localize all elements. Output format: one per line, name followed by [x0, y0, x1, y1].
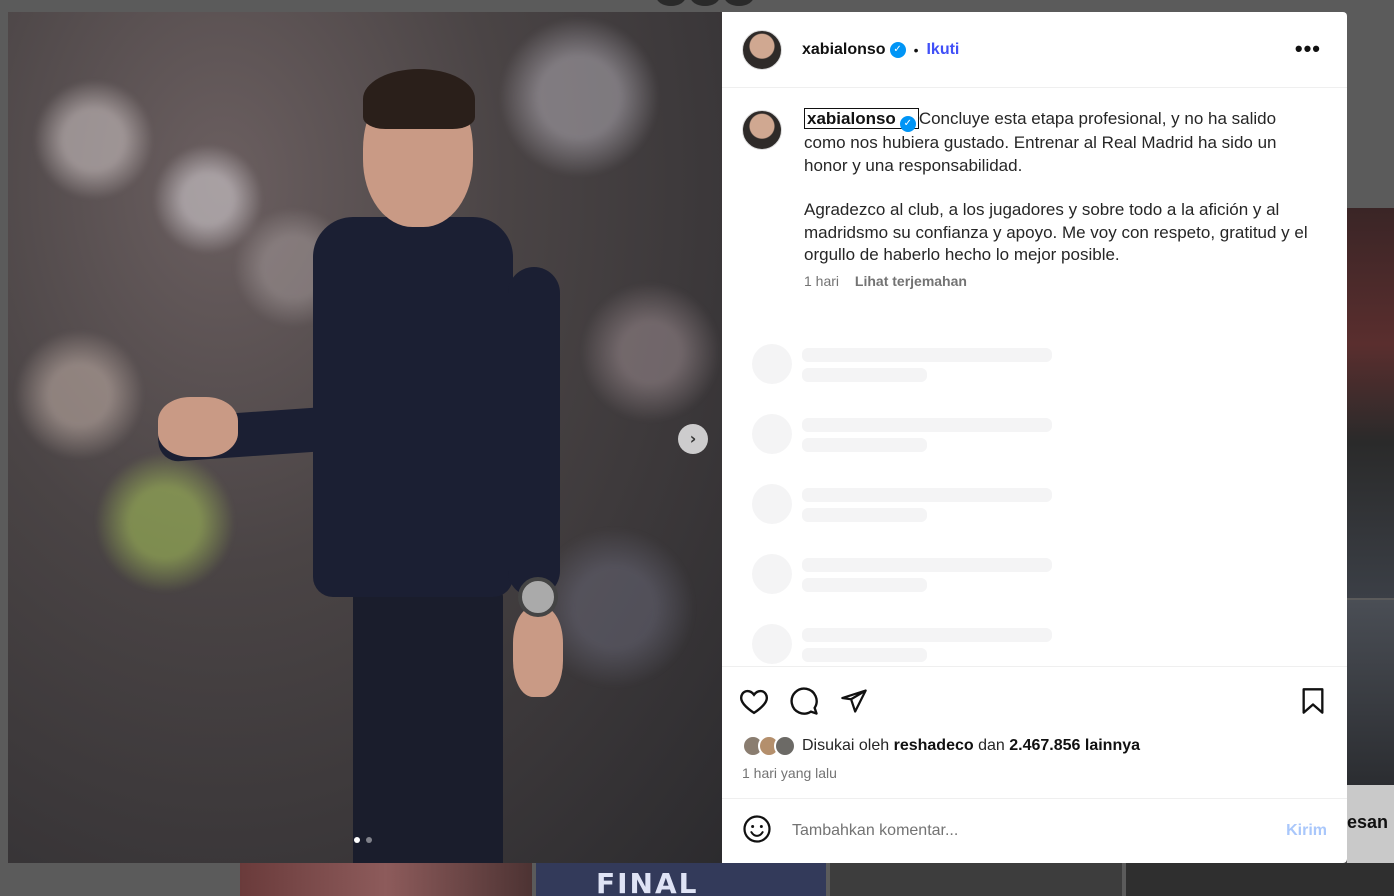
next-slide-button[interactable]: ›: [678, 424, 708, 454]
background-post-thumbnail: [240, 863, 532, 896]
smiley-icon[interactable]: [742, 814, 772, 849]
background-tile-text: FINAL: [596, 867, 699, 896]
add-comment-bar: Tambahkan komentar... Kirim: [722, 798, 1347, 863]
send-comment-button[interactable]: Kirim: [1286, 822, 1327, 840]
comments-section: xabialonso ✓ Concluye esta etapa profesion…: [722, 88, 1347, 666]
post-modal: › xabialonso ✓ • Ikuti ••• xabialonso ✓ Co…: [8, 12, 1347, 863]
background-post-thumbnail: [830, 863, 1122, 896]
comment-icon[interactable]: [788, 685, 820, 717]
action-icon-row: [740, 685, 1329, 717]
author-avatar[interactable]: [742, 29, 782, 70]
caption-paragraph-2: Agradezco al club, a los jugadores y sob…: [804, 200, 1308, 264]
liker-avatar: [774, 735, 796, 757]
post-side-panel: xabialonso ✓ • Ikuti ••• xabialonso ✓ Conc…: [722, 12, 1347, 863]
carousel-dot-active: [354, 837, 360, 843]
caption-meta: 1 hari Lihat terjemahan: [804, 273, 1327, 289]
caption-text: xabialonso ✓ Concluye esta etapa profesion…: [804, 108, 1314, 267]
verified-badge-icon: ✓: [889, 41, 906, 58]
background-post-thumbnail: [1347, 208, 1394, 598]
author-username[interactable]: xabialonso: [802, 41, 886, 59]
carousel-dot: [366, 837, 372, 843]
separator-dot: •: [913, 41, 919, 58]
background-post-thumbnail: [1126, 863, 1394, 896]
post-media[interactable]: ›: [8, 12, 722, 863]
likes-middle: dan: [978, 737, 1005, 754]
carousel-indicator: [354, 837, 372, 843]
likes-prefix: Disukai oleh: [802, 737, 890, 754]
caption-row: xabialonso ✓ Concluye esta etapa profesion…: [742, 108, 1327, 267]
see-translation-link[interactable]: Lihat terjemahan: [855, 273, 967, 289]
background-post-thumbnail: FINAL: [536, 863, 826, 896]
bookmark-icon[interactable]: [1297, 685, 1329, 717]
likes-count[interactable]: 2.467.856 lainnya: [1009, 737, 1140, 755]
comment-input[interactable]: Tambahkan komentar...: [792, 822, 1286, 840]
photo-subject: [156, 67, 578, 863]
liker-username[interactable]: reshadeco: [894, 737, 974, 755]
likes-summary[interactable]: Disukai oleh reshadeco dan 2.467.856 lai…: [742, 735, 1140, 757]
follow-button[interactable]: Ikuti: [926, 41, 959, 59]
verified-badge-icon: ✓: [899, 116, 916, 132]
post-timestamp: 1 hari yang lalu: [742, 765, 837, 781]
heart-icon[interactable]: [738, 685, 770, 717]
more-options-icon[interactable]: •••: [1295, 36, 1321, 62]
background-side-text: esan: [1347, 812, 1389, 832]
post-header: xabialonso ✓ • Ikuti •••: [722, 12, 1347, 88]
caption-author-avatar[interactable]: [742, 110, 782, 150]
caption-username[interactable]: xabialonso ✓: [804, 108, 919, 132]
story-avatars: [656, 0, 754, 6]
post-actions: Disukai oleh reshadeco dan 2.467.856 lai…: [722, 666, 1347, 798]
caption-age: 1 hari: [804, 272, 840, 289]
background-post-thumbnail: [1347, 600, 1394, 785]
paper-plane-icon[interactable]: [838, 685, 870, 717]
